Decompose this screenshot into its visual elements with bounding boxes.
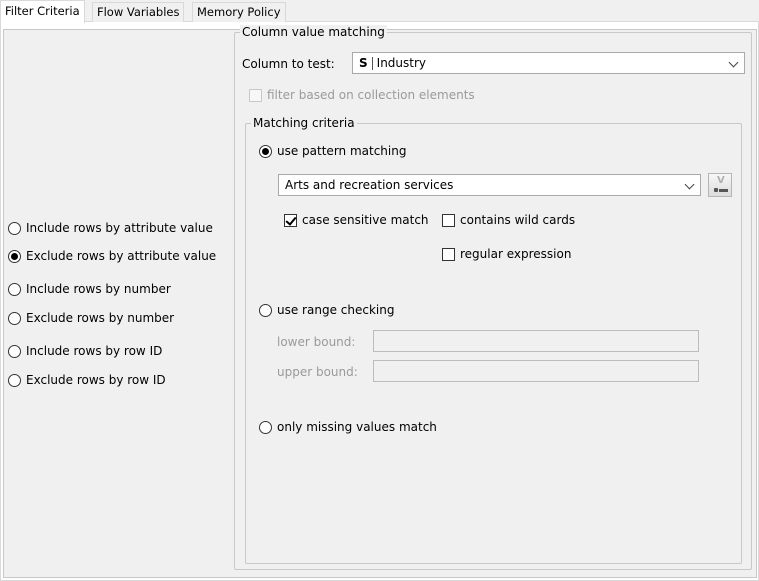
radio-button[interactable] <box>8 249 21 263</box>
lower-bound-input[interactable] <box>373 330 699 352</box>
radio-button[interactable] <box>8 221 21 235</box>
tab-label: Filter Criteria <box>5 4 80 18</box>
radio-use-range-checking[interactable]: use range checking <box>259 301 394 319</box>
string-type-icon: S <box>359 56 373 70</box>
case-sensitive-label: case sensitive match <box>302 213 429 227</box>
radio-label: use pattern matching <box>277 144 407 158</box>
pattern-select[interactable]: Arts and recreation services <box>278 174 701 196</box>
radio-include-by-attribute[interactable]: Include rows by attribute value <box>8 219 213 237</box>
matching-criteria-title: Matching criteria <box>251 116 357 130</box>
regex-option[interactable]: regular expression <box>442 245 571 263</box>
chevron-down-icon[interactable] <box>684 179 695 190</box>
radio-exclude-by-attribute[interactable]: Exclude rows by attribute value <box>8 247 216 265</box>
radio-use-pattern-matching[interactable]: use pattern matching <box>259 142 406 160</box>
radio-label: Exclude rows by number <box>26 311 175 325</box>
tab-label: Flow Variables <box>97 5 180 19</box>
column-to-test-select[interactable]: S Industry <box>352 52 745 74</box>
wildcards-checkbox[interactable] <box>442 213 455 227</box>
radio-exclude-by-row-id[interactable]: Exclude rows by row ID <box>8 371 166 389</box>
flow-variable-button[interactable]: V <box>708 173 732 197</box>
filter-settings-area: Include rows by attribute value Exclude … <box>3 25 757 578</box>
wildcards-option[interactable]: contains wild cards <box>442 211 575 229</box>
radio-include-by-number[interactable]: Include rows by number <box>8 280 171 298</box>
radio-label: only missing values match <box>277 420 437 434</box>
radio-label: Exclude rows by row ID <box>26 373 166 387</box>
case-sensitive-option[interactable]: case sensitive match <box>284 211 429 229</box>
radio-exclude-by-number[interactable]: Exclude rows by number <box>8 309 174 327</box>
radio-label: Include rows by attribute value <box>26 221 213 235</box>
radio-label: use range checking <box>277 303 395 317</box>
collection-elements-label: filter based on collection elements <box>267 88 475 102</box>
regex-label: regular expression <box>460 247 572 261</box>
wildcards-label: contains wild cards <box>460 213 576 227</box>
lower-bound-label: lower bound: <box>277 335 356 349</box>
radio-button[interactable] <box>8 282 21 296</box>
radio-include-by-row-id[interactable]: Include rows by row ID <box>8 342 162 360</box>
radio-label: Include rows by row ID <box>26 344 163 358</box>
flow-variable-icon: V <box>717 175 725 186</box>
column-to-test-label: Column to test: <box>242 57 335 71</box>
collection-elements-option: filter based on collection elements <box>249 86 475 104</box>
tab-memory-policy[interactable]: Memory Policy <box>192 2 286 22</box>
flow-variable-icon-bar <box>719 189 728 192</box>
radio-button[interactable] <box>8 344 21 358</box>
radio-label: Include rows by number <box>26 282 171 296</box>
tab-label: Memory Policy <box>197 5 281 19</box>
upper-bound-input[interactable] <box>373 360 699 382</box>
pattern-select-value: Arts and recreation services <box>285 178 454 192</box>
regex-checkbox[interactable] <box>442 247 455 261</box>
tab-content-panel: Include rows by attribute value Exclude … <box>0 22 759 581</box>
collection-elements-checkbox[interactable] <box>249 88 262 102</box>
tab-bar: Filter Criteria Flow Variables Memory Po… <box>0 0 759 23</box>
radio-button[interactable] <box>8 373 21 387</box>
tab-filter-criteria[interactable]: Filter Criteria <box>0 0 85 23</box>
radio-button[interactable] <box>8 311 21 325</box>
chevron-down-icon[interactable] <box>728 57 739 68</box>
radio-button[interactable] <box>259 144 272 158</box>
column-value-matching-title: Column value matching <box>240 25 387 39</box>
tab-flow-variables[interactable]: Flow Variables <box>92 2 185 22</box>
flow-variable-icon-dot <box>714 188 718 192</box>
radio-button[interactable] <box>259 303 272 317</box>
radio-label: Exclude rows by attribute value <box>26 249 217 263</box>
upper-bound-label: upper bound: <box>277 365 358 379</box>
radio-button[interactable] <box>259 420 272 434</box>
column-select-value: Industry <box>376 56 427 70</box>
case-sensitive-checkbox[interactable] <box>284 213 297 227</box>
radio-only-missing-values[interactable]: only missing values match <box>259 418 437 436</box>
